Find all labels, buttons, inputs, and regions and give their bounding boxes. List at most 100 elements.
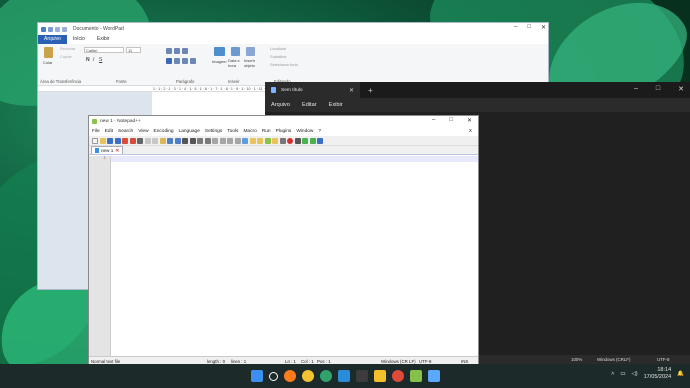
chrome-icon[interactable] <box>301 370 314 382</box>
close-button[interactable]: ✕ <box>541 24 546 31</box>
cut-button[interactable]: Recortar <box>60 46 75 51</box>
font-size-select[interactable]: 11 <box>126 47 141 53</box>
list-icon[interactable] <box>182 48 188 54</box>
zoom-out-icon[interactable] <box>204 137 211 144</box>
sync-scroll-h-icon[interactable] <box>219 137 226 144</box>
monitoring-icon[interactable] <box>279 137 286 144</box>
sync-scroll-v-icon[interactable] <box>212 137 218 144</box>
copy-icon[interactable] <box>152 137 158 144</box>
save-icon[interactable] <box>107 137 113 144</box>
vscode-icon[interactable] <box>337 370 350 382</box>
object-icon[interactable] <box>246 47 255 56</box>
indent-guide-icon[interactable] <box>242 137 248 144</box>
word-wrap-icon[interactable] <box>227 137 233 144</box>
play-macro-icon[interactable] <box>302 137 308 144</box>
encoding[interactable]: UTF-8 <box>419 359 431 364</box>
undo-icon[interactable] <box>167 137 173 144</box>
indent-icon[interactable] <box>166 48 172 54</box>
replace-icon[interactable] <box>189 137 196 144</box>
function-list-icon[interactable] <box>264 137 271 144</box>
menu-view[interactable]: View <box>138 129 148 134</box>
cut-icon[interactable] <box>144 137 151 144</box>
notepadpp-titlebar[interactable]: new 1 - Notepad++ – □ ✕ <box>89 116 478 127</box>
align-right-icon[interactable] <box>182 58 188 64</box>
minimize-button[interactable]: – <box>634 85 638 93</box>
menu-run[interactable]: Run <box>262 129 271 134</box>
tab-exibir[interactable]: Exibir <box>91 35 116 44</box>
wordpad-titlebar[interactable]: Documento - WordPad – □ ✕ <box>38 23 548 35</box>
find-icon[interactable] <box>182 137 188 144</box>
user-language-icon[interactable] <box>249 137 256 144</box>
terminal-icon[interactable] <box>355 370 368 382</box>
menu-plugins[interactable]: Plugins <box>276 129 292 134</box>
open-file-icon[interactable] <box>99 137 106 144</box>
menu-tools[interactable]: Tools <box>227 129 238 134</box>
line-ending[interactable]: Windows (CRLF) <box>597 357 630 362</box>
show-all-chars-icon[interactable] <box>234 137 241 144</box>
insert-object-button[interactable]: Inserir objeto <box>244 58 258 68</box>
chrome-icon[interactable] <box>391 370 404 382</box>
replace-button[interactable]: Substituir <box>270 54 287 59</box>
notification-icon[interactable]: 🔔 <box>677 371 684 377</box>
calendar-icon[interactable] <box>231 47 240 56</box>
menu-edit[interactable]: Edit <box>105 129 113 134</box>
firefox-icon[interactable] <box>283 370 296 382</box>
notepad-tab[interactable]: Sem título ✕ <box>265 82 360 98</box>
print-icon[interactable] <box>137 137 143 144</box>
menu-arquivo[interactable]: Arquivo <box>271 102 290 108</box>
maximize-button[interactable]: □ <box>449 117 453 124</box>
menu-help[interactable]: ? <box>318 129 321 134</box>
insert-datetime-button[interactable]: Data e hora <box>228 58 242 68</box>
underline-button[interactable]: S <box>99 57 102 63</box>
save-macro-icon[interactable] <box>317 137 323 144</box>
close-button[interactable]: ✕ <box>467 117 472 124</box>
zoom-in-icon[interactable] <box>197 137 203 144</box>
close-tab-icon[interactable]: ✕ <box>349 87 354 94</box>
folder-workspace-icon[interactable] <box>272 137 278 144</box>
search-icon[interactable] <box>268 371 278 381</box>
outdent-icon[interactable] <box>174 48 180 54</box>
menu-search[interactable]: Search <box>118 129 133 134</box>
select-all-button[interactable]: Selecionar tudo <box>270 62 298 67</box>
stop-macro-icon[interactable] <box>294 137 301 144</box>
insert-image-button[interactable]: Imagem <box>212 59 226 64</box>
menu-encoding[interactable]: Encoding <box>154 129 174 134</box>
undo-icon[interactable] <box>55 26 60 32</box>
redo-icon[interactable] <box>174 137 181 144</box>
tab-inicio[interactable]: Início <box>67 35 91 44</box>
menu-window[interactable]: Window <box>296 129 313 134</box>
font-family-select[interactable]: Calibri <box>84 47 124 53</box>
save-icon[interactable] <box>48 26 53 32</box>
tab-new-1[interactable]: new 1 ✕ <box>91 146 124 154</box>
run-macro-multiple-icon[interactable] <box>309 137 316 144</box>
menu-close-button[interactable]: X <box>469 129 472 134</box>
menu-file[interactable]: File <box>92 129 100 134</box>
file-explorer-icon[interactable] <box>373 370 386 382</box>
align-center-icon[interactable] <box>174 58 180 64</box>
copy-button[interactable]: Copiar <box>60 54 72 59</box>
notepad-icon[interactable] <box>427 370 440 382</box>
menu-macro[interactable]: Macro <box>243 129 256 134</box>
maximize-button[interactable]: □ <box>656 85 660 93</box>
minimize-button[interactable]: – <box>514 24 517 31</box>
volume-icon[interactable]: ◁) <box>632 371 638 377</box>
eol-format[interactable]: Windows (CR LF) <box>381 359 416 364</box>
close-tab-icon[interactable]: ✕ <box>115 148 119 154</box>
italic-button[interactable]: I <box>93 57 94 63</box>
notepadpp-window[interactable]: new 1 - Notepad++ – □ ✕ File Edit Search… <box>88 115 479 365</box>
chevron-up-icon[interactable]: ˄ <box>611 371 614 377</box>
record-macro-icon[interactable] <box>287 137 293 144</box>
encoding[interactable]: UTF-8 <box>657 357 669 362</box>
paste-icon[interactable] <box>44 47 53 58</box>
paste-label[interactable]: Colar <box>43 60 53 65</box>
find-button[interactable]: Localizar <box>270 46 286 51</box>
insert-mode[interactable]: INS <box>461 359 468 364</box>
notepadpp-editor[interactable]: 1 <box>89 156 478 356</box>
paste-icon[interactable] <box>159 137 166 144</box>
edge-icon[interactable] <box>319 370 332 382</box>
menu-editar[interactable]: Editar <box>302 102 317 108</box>
image-icon[interactable] <box>214 47 225 56</box>
save-all-icon[interactable] <box>114 137 121 144</box>
redo-icon[interactable] <box>62 26 67 32</box>
new-tab-button[interactable]: + <box>368 86 373 95</box>
